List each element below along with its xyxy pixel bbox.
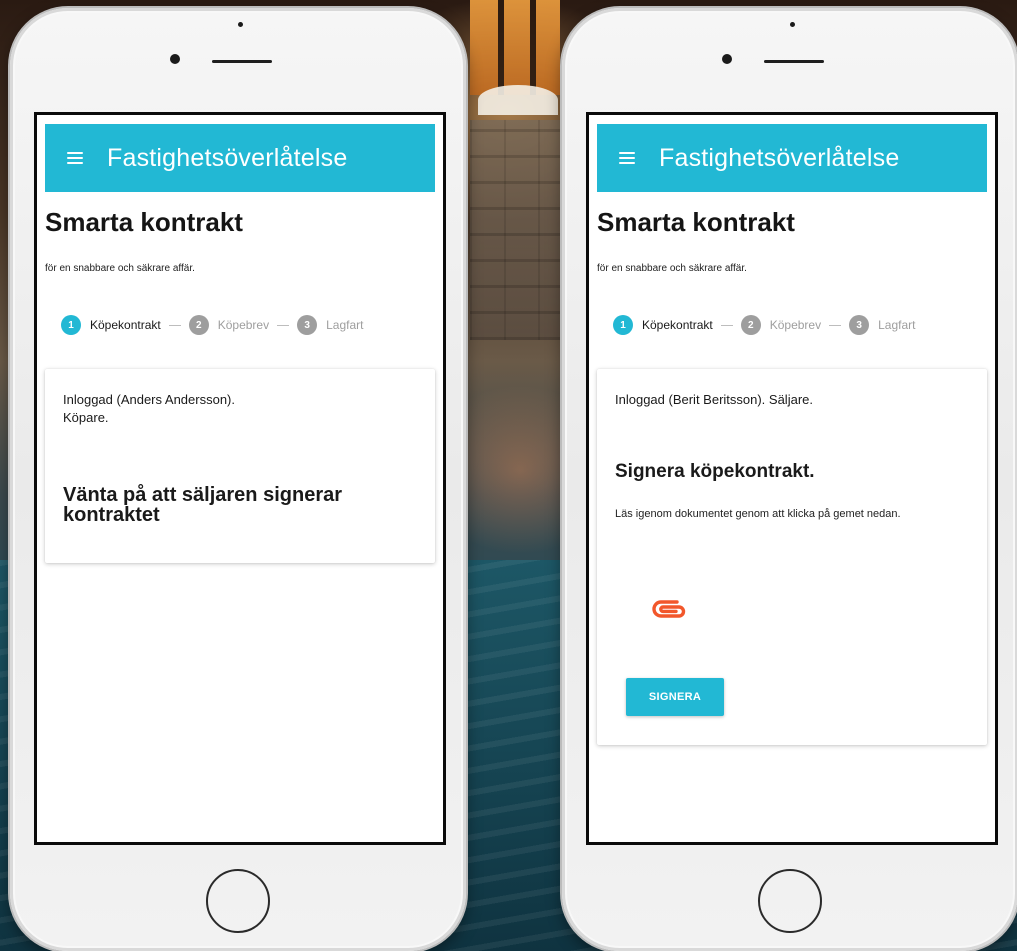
step-connector — [277, 324, 290, 326]
step-number: 3 — [849, 315, 870, 335]
phone-camera — [722, 54, 732, 64]
app-title: Fastighetsöverlåtelse — [107, 143, 348, 172]
home-button[interactable] — [758, 869, 822, 933]
paperclip-icon[interactable] — [649, 595, 689, 623]
page-title: Smarta kontrakt — [597, 207, 795, 237]
phone-sensor — [790, 22, 795, 27]
login-status-user: Inloggad (Anders Andersson). — [63, 392, 235, 407]
phone-screen: Fastighetsöverlåtelse Smarta kontrakt fö… — [586, 112, 998, 845]
app-bar: Fastighetsöverlåtelse — [45, 124, 435, 192]
page-subtitle: för en snabbare och säkrare affär. — [45, 263, 195, 274]
step-label: Lagfart — [878, 318, 916, 332]
phone-speaker — [212, 60, 272, 63]
page-title: Smarta kontrakt — [45, 207, 243, 237]
background-window — [470, 0, 560, 95]
step-kopekontrakt[interactable]: 1 Köpekontrakt — [61, 315, 161, 335]
step-label: Lagfart — [326, 318, 364, 332]
step-label: Köpekontrakt — [642, 318, 713, 332]
step-number: 1 — [61, 315, 81, 335]
step-kopebrev[interactable]: 2 Köpebrev — [740, 315, 822, 335]
hamburger-menu-icon[interactable] — [67, 152, 83, 164]
step-number: 2 — [188, 315, 209, 335]
phone-camera — [170, 54, 180, 64]
step-lagfart[interactable]: 3 Lagfart — [297, 315, 363, 335]
step-number: 3 — [297, 315, 318, 335]
sign-card: Inloggad (Berit Beritsson). Säljare. Sig… — [597, 369, 987, 745]
step-kopekontrakt[interactable]: 1 Köpekontrakt — [613, 315, 713, 335]
status-card: Inloggad (Anders Andersson). Köpare. Vän… — [45, 369, 435, 563]
step-label: Köpebrev — [769, 318, 822, 332]
step-connector — [720, 324, 733, 326]
login-status-role: Köpare. — [63, 410, 109, 425]
step-label: Köpebrev — [217, 318, 270, 332]
login-status: Inloggad (Berit Beritsson). Säljare. — [615, 392, 813, 407]
step-connector — [168, 324, 181, 326]
stepper: 1 Köpekontrakt 2 Köpebrev 3 Lagfart — [61, 315, 437, 335]
background-stone-wall — [470, 120, 560, 340]
background-scene: Fastighetsöverlåtelse Smarta kontrakt fö… — [0, 0, 1017, 951]
step-kopebrev[interactable]: 2 Köpebrev — [188, 315, 270, 335]
app-title: Fastighetsöverlåtelse — [659, 143, 900, 172]
sign-heading: Signera köpekontrakt. — [615, 461, 815, 482]
home-button[interactable] — [206, 869, 270, 933]
step-connector — [829, 324, 842, 326]
step-number: 1 — [613, 315, 633, 335]
step-lagfart[interactable]: 3 Lagfart — [849, 315, 915, 335]
background-umbrella — [478, 85, 558, 115]
login-status: Inloggad (Anders Andersson). Köpare. — [63, 391, 235, 427]
phone-buyer: Fastighetsöverlåtelse Smarta kontrakt fö… — [10, 8, 466, 951]
app-bar: Fastighetsöverlåtelse — [597, 124, 987, 192]
phone-seller: Fastighetsöverlåtelse Smarta kontrakt fö… — [562, 8, 1017, 951]
phone-sensor — [238, 22, 243, 27]
step-label: Köpekontrakt — [90, 318, 161, 332]
phone-screen: Fastighetsöverlåtelse Smarta kontrakt fö… — [34, 112, 446, 845]
hamburger-menu-icon[interactable] — [619, 152, 635, 164]
wait-heading: Vänta på att säljaren signerar kontrakte… — [63, 484, 343, 526]
sign-instructions: Läs igenom dokumentet genom att klicka p… — [615, 508, 901, 520]
sign-button[interactable]: SIGNERA — [626, 678, 724, 716]
page-subtitle: för en snabbare och säkrare affär. — [597, 263, 747, 274]
step-number: 2 — [740, 315, 761, 335]
stepper: 1 Köpekontrakt 2 Köpebrev 3 Lagfart — [613, 315, 989, 335]
phone-speaker — [764, 60, 824, 63]
